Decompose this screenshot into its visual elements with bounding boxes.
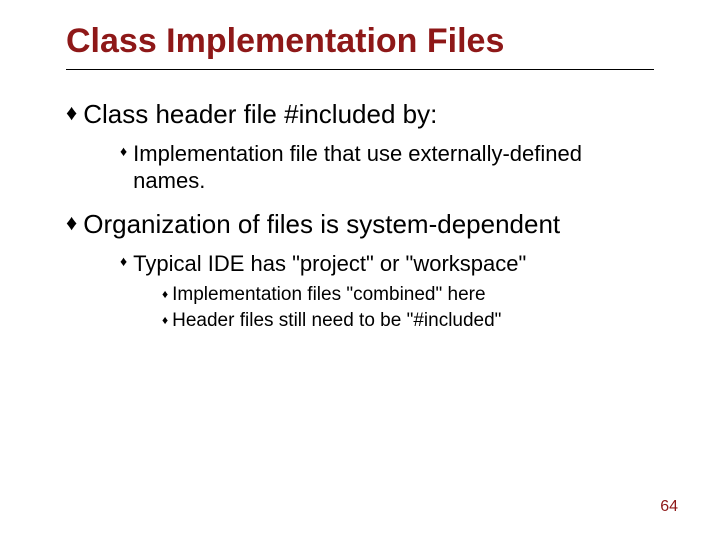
list-item: ♦ Implementation files "combined" here (162, 283, 654, 307)
slide-title: Class Implementation Files (66, 22, 654, 70)
sublist: ♦ Typical IDE has "project" or "workspac… (120, 250, 654, 333)
list-item-text: Typical IDE has "project" or "workspace" (133, 250, 526, 277)
list-item-text: Header files still need to be "#included… (172, 309, 501, 333)
list-item-text: Organization of files is system-dependen… (83, 208, 560, 240)
list-item-text: Implementation files "combined" here (172, 283, 485, 307)
bullet-icon: ♦ (66, 98, 77, 128)
list-item: ♦ Class header file #included by: (66, 98, 654, 130)
list-item: ♦ Header files still need to be "#includ… (162, 309, 654, 333)
list-item-text: Class header file #included by: (83, 98, 437, 130)
bullet-icon: ♦ (120, 250, 127, 272)
page-number: 64 (660, 498, 678, 516)
list-item: ♦ Organization of files is system-depend… (66, 208, 654, 240)
bullet-icon: ♦ (66, 208, 77, 238)
bullet-icon: ♦ (162, 283, 168, 305)
list-item-text: Implementation file that use externally-… (133, 140, 654, 194)
sublist: ♦ Implementation files "combined" here ♦… (162, 283, 654, 333)
slide: Class Implementation Files ♦ Class heade… (0, 0, 720, 355)
bullet-icon: ♦ (120, 140, 127, 162)
sublist: ♦ Implementation file that use externall… (120, 140, 654, 194)
list-item: ♦ Typical IDE has "project" or "workspac… (120, 250, 654, 277)
bullet-icon: ♦ (162, 309, 168, 331)
list-item: ♦ Implementation file that use externall… (120, 140, 654, 194)
